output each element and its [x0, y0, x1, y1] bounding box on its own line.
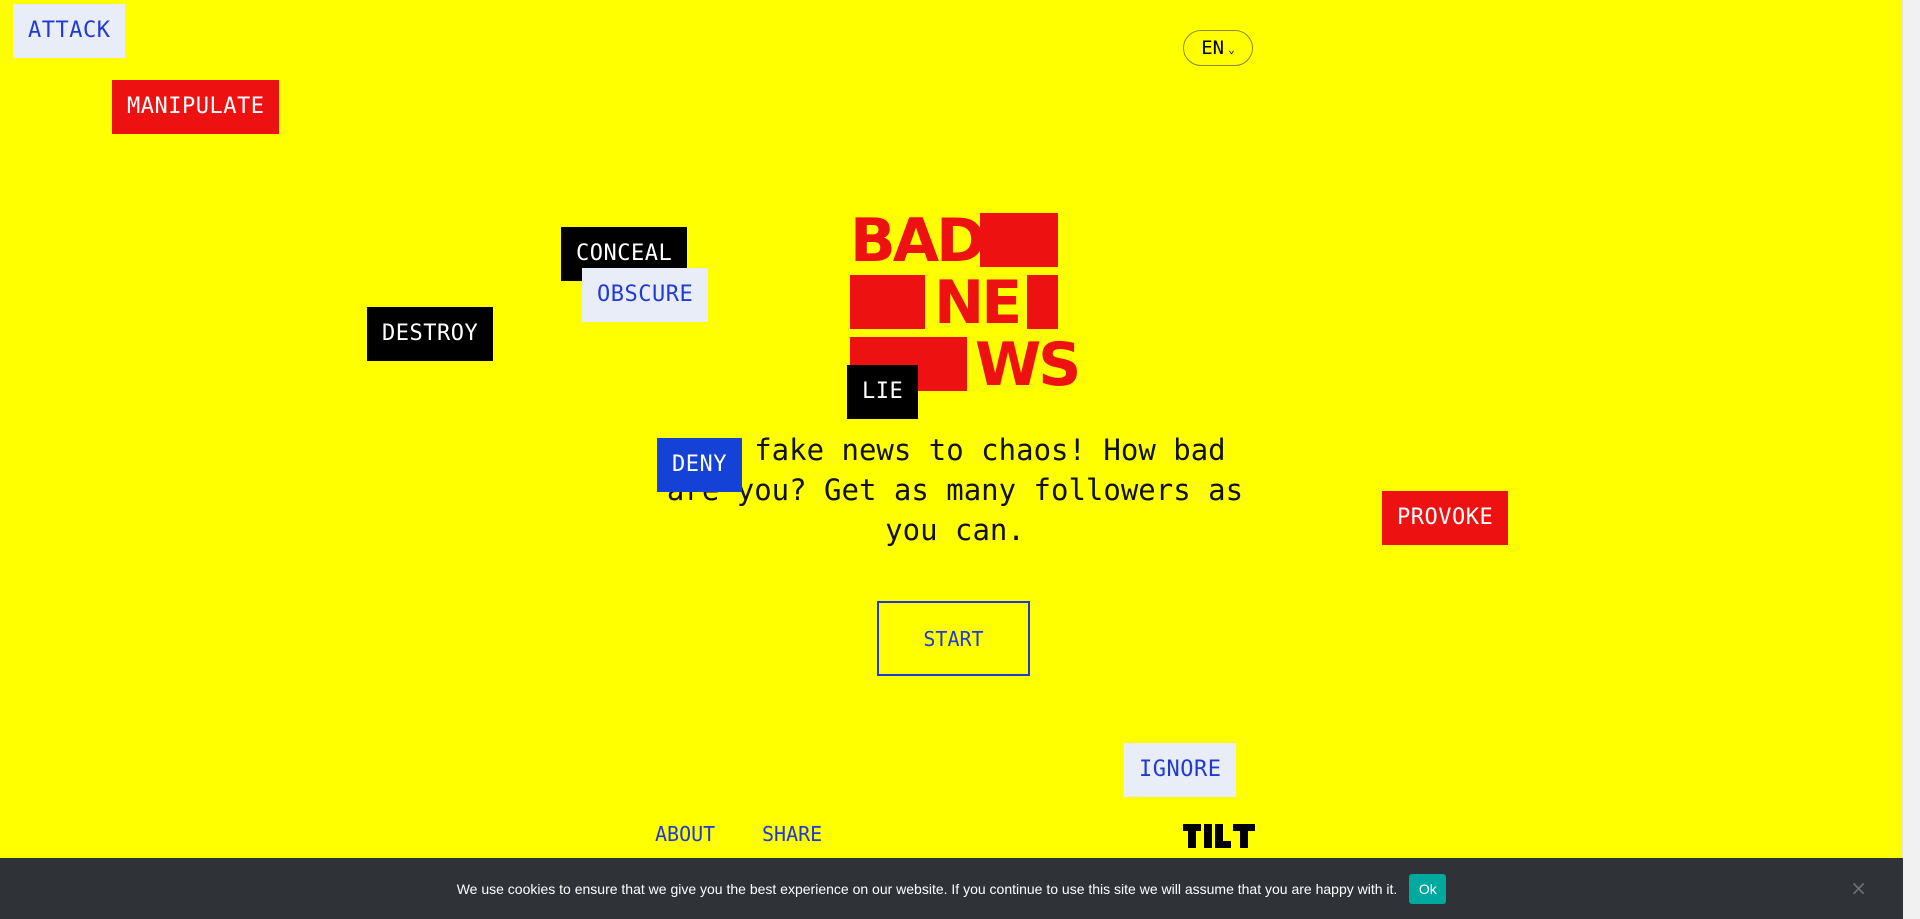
tilt-logo-mark — [1183, 824, 1255, 848]
tag-destroy: DESTROY — [367, 307, 494, 361]
tag-obscure: OBSCURE — [582, 268, 709, 322]
bad-news-logo: BAD NE WS — [850, 206, 1081, 395]
tag-ignore: IGNORE — [1124, 743, 1237, 797]
tag-lie: LIE — [847, 365, 919, 419]
page-scrollbar[interactable] — [1902, 0, 1920, 919]
logo-line-bad: BAD — [850, 206, 986, 276]
cookie-ok-button[interactable]: Ok — [1409, 873, 1447, 904]
language-selector[interactable]: EN ⌄ — [1183, 30, 1253, 66]
logo-block — [1027, 275, 1058, 329]
close-icon[interactable]: × — [1850, 878, 1867, 898]
about-link[interactable]: ABOUT — [655, 822, 715, 846]
logo-line-ne: NE — [934, 268, 1022, 338]
tag-provoke: PROVOKE — [1382, 491, 1509, 545]
cookie-banner: We use cookies to ensure that we give yo… — [0, 858, 1903, 919]
tilt-logo[interactable] — [1183, 824, 1255, 852]
logo-line-ws: WS — [975, 330, 1081, 400]
tag-attack: ATTACK — [13, 4, 126, 58]
tag-manipulate: MANIPULATE — [112, 80, 280, 134]
logo-block — [980, 213, 1058, 267]
chevron-down-icon: ⌄ — [1228, 42, 1235, 56]
start-button[interactable]: START — [877, 601, 1030, 676]
language-label: EN — [1201, 37, 1225, 59]
cookie-message: We use cookies to ensure that we give yo… — [456, 880, 1398, 897]
logo-block — [850, 275, 925, 329]
tag-deny: DENY — [657, 438, 742, 492]
share-link[interactable]: SHARE — [762, 822, 822, 846]
